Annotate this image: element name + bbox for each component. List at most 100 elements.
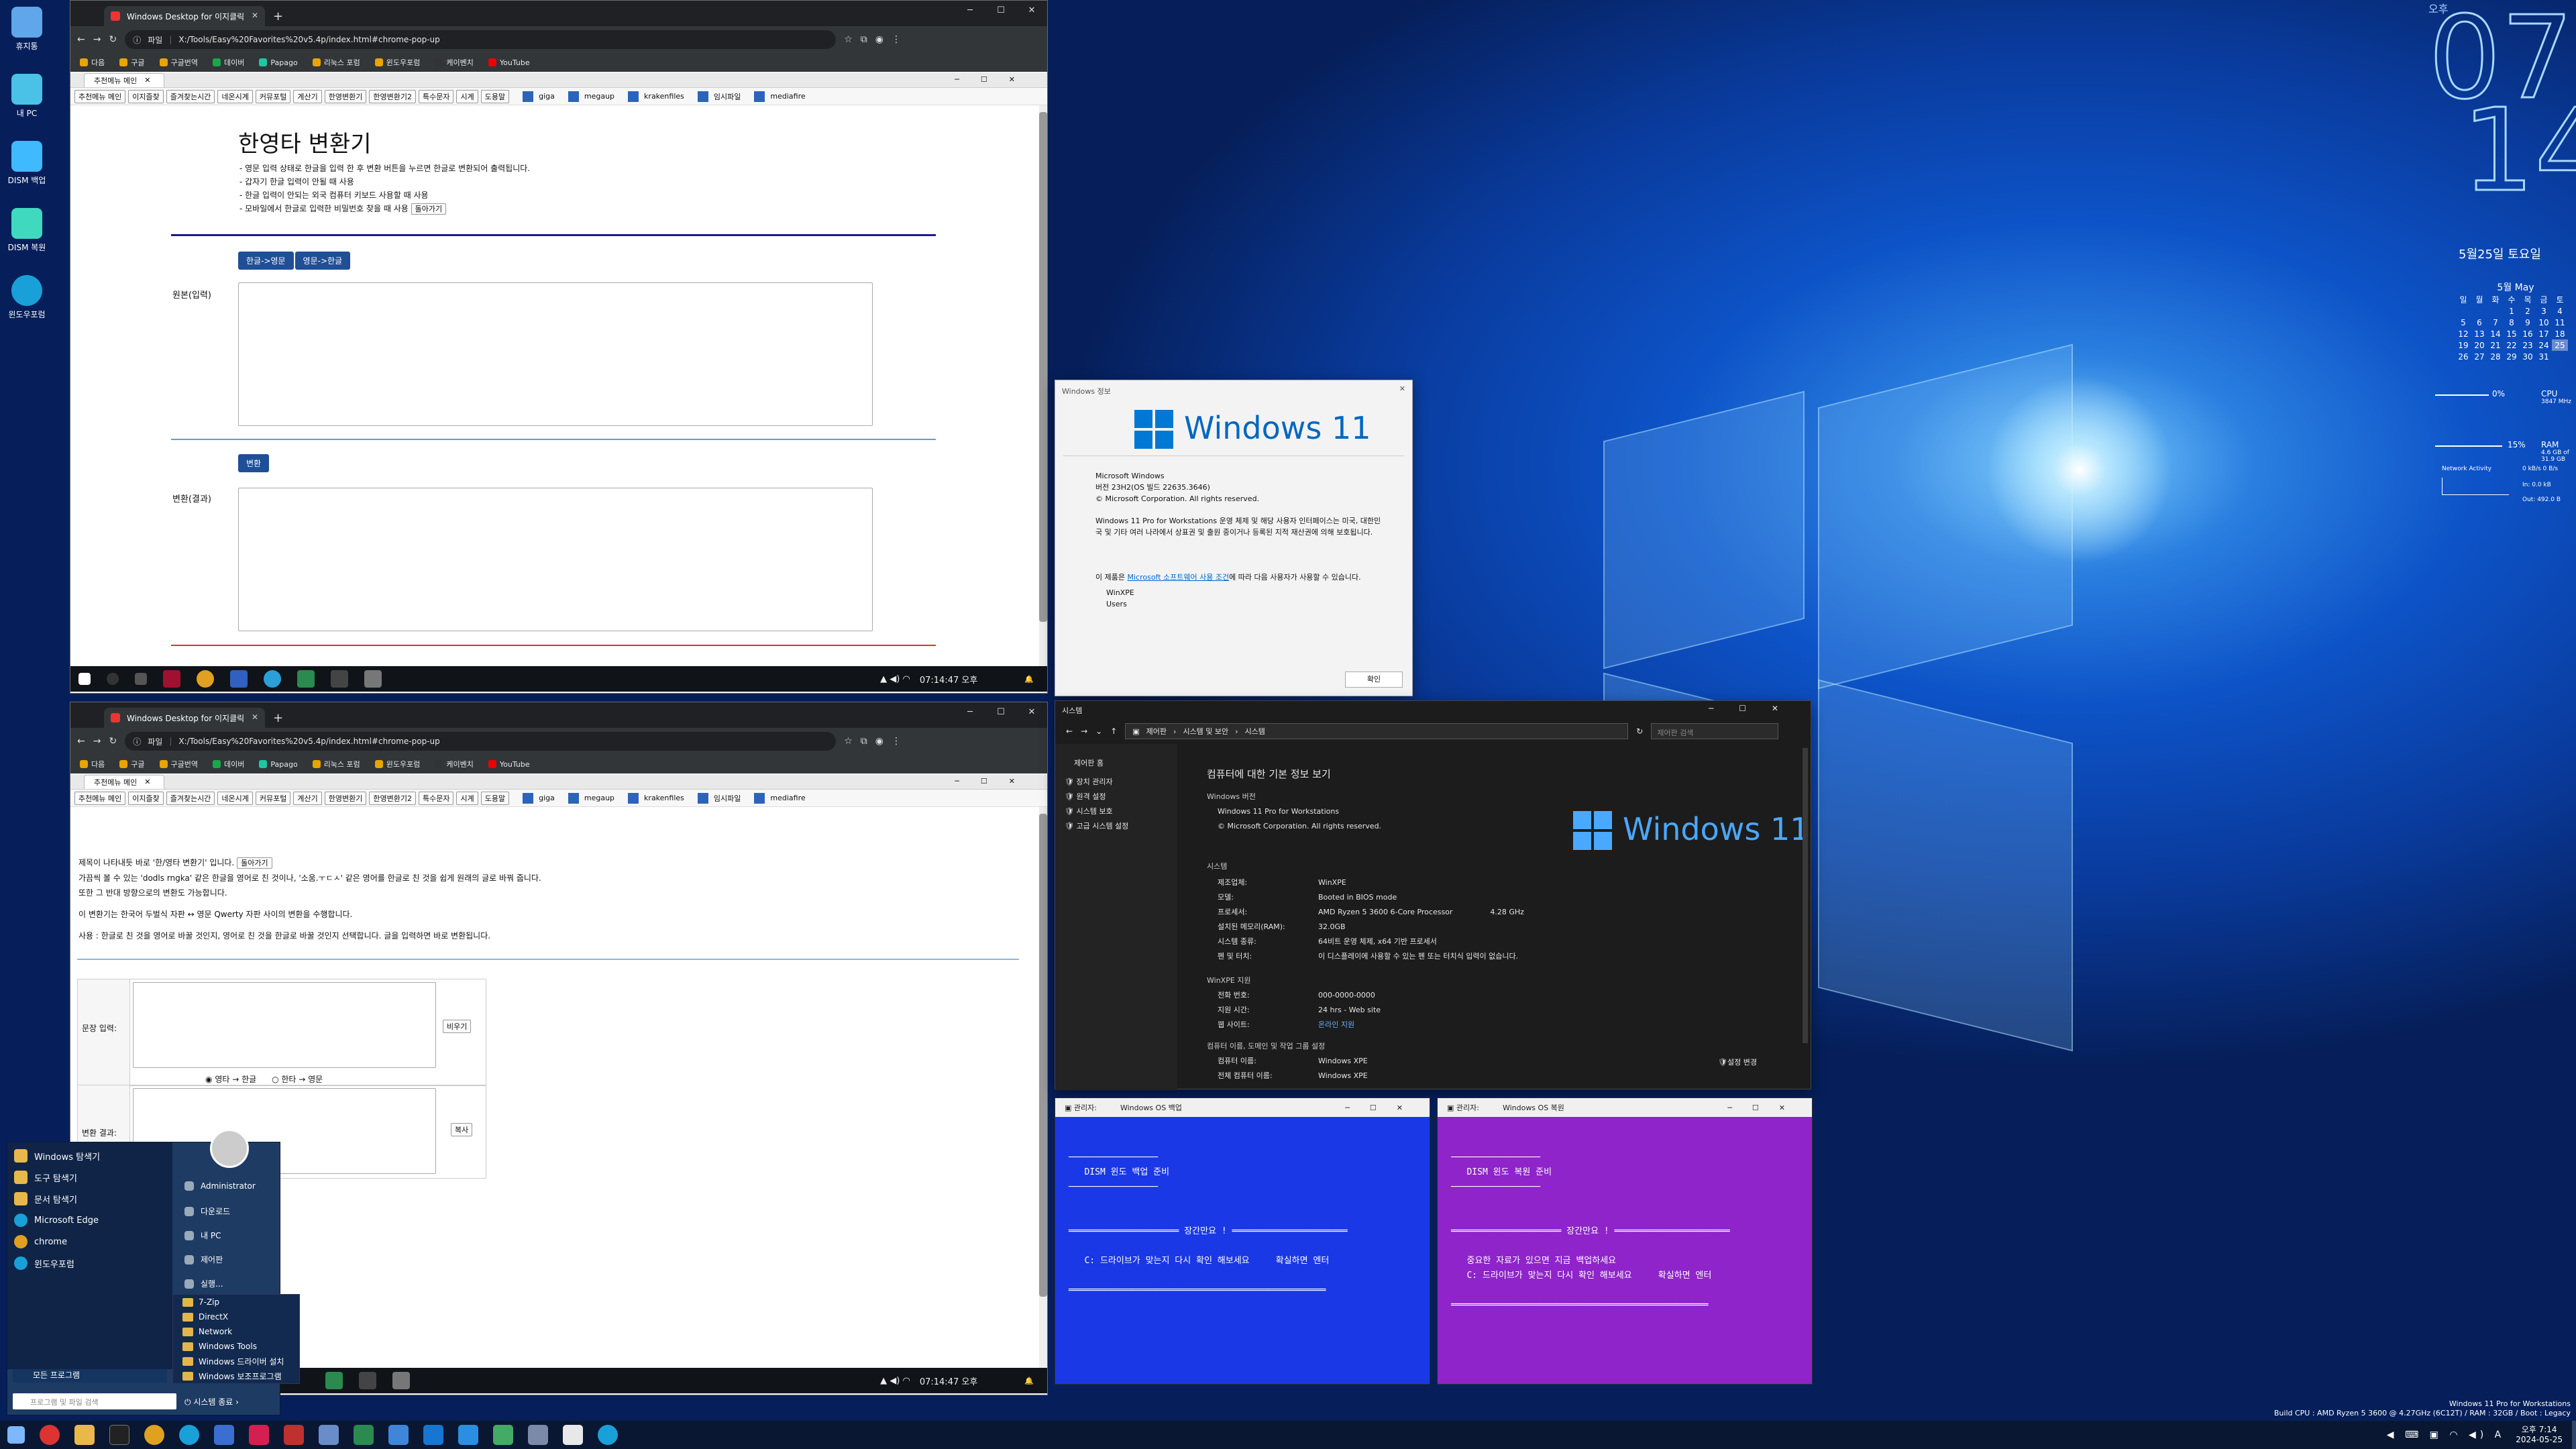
- notification-icon[interactable]: 🔔: [1024, 675, 1034, 684]
- start-right-item[interactable]: 다운로드: [184, 1205, 230, 1217]
- desktop-icon-recycle[interactable]: 휴지통: [0, 7, 54, 52]
- convert-button[interactable]: 변환: [238, 454, 270, 472]
- license-link[interactable]: Microsoft 소프트웨어 사용 조건: [1127, 573, 1229, 582]
- program-folder[interactable]: Network: [173, 1324, 299, 1339]
- start-right-item[interactable]: Administrator: [184, 1181, 256, 1191]
- nav-button[interactable]: 추천메뉴 메인: [74, 791, 126, 805]
- browser-tab[interactable]: Windows Desktop for 이지클릭 ✕: [104, 6, 265, 26]
- program-folder[interactable]: Windows Tools: [173, 1339, 299, 1354]
- app-icon[interactable]: [364, 670, 382, 688]
- app-icon[interactable]: [392, 1372, 410, 1389]
- bookmark[interactable]: 다음: [80, 759, 105, 769]
- reload-icon[interactable]: ↻: [109, 34, 117, 45]
- scrollbar-thumb[interactable]: [1039, 112, 1047, 622]
- forward-icon[interactable]: →: [93, 736, 101, 747]
- bookmark[interactable]: 데이버: [212, 57, 244, 68]
- desktop-icon-dism-restore[interactable]: DISM 복원: [0, 208, 54, 253]
- nav-button[interactable]: 이지즐찾: [128, 89, 164, 103]
- chrome-icon[interactable]: [197, 670, 214, 688]
- link-megaup[interactable]: megaup: [568, 792, 614, 804]
- bookmark[interactable]: 케이벤치: [435, 759, 474, 769]
- link-temp[interactable]: 임시파일: [697, 91, 741, 102]
- inner-tab-close-icon[interactable]: ✕: [144, 777, 150, 786]
- start-right-item[interactable]: 내 PC: [184, 1230, 221, 1241]
- app-icon[interactable]: [297, 670, 315, 688]
- extensions-icon[interactable]: ⧉: [861, 34, 867, 45]
- side-link[interactable]: 🛡 고급 시스템 설정: [1065, 820, 1128, 831]
- forward-icon[interactable]: →: [93, 34, 101, 45]
- start-item[interactable]: 윈도우포럼: [14, 1256, 74, 1270]
- link-megaup[interactable]: megaup: [568, 91, 614, 102]
- menu-icon[interactable]: ⋮: [892, 34, 901, 45]
- tray-icons[interactable]: ▲ ◀) ◠: [880, 1376, 910, 1386]
- profile-icon[interactable]: ◉: [875, 736, 883, 747]
- maximize-icon[interactable]: ☐: [985, 1, 1016, 21]
- nav-button[interactable]: 계산기: [293, 89, 322, 103]
- refresh-icon[interactable]: ↻: [1636, 727, 1643, 736]
- program-folder[interactable]: Windows 드라이버 설치: [173, 1354, 299, 1368]
- clear-button[interactable]: 비우기: [443, 1020, 472, 1033]
- url-field[interactable]: ⓘ 파일 | X:/Tools/Easy%20Favorites%20v5.4p/in…: [125, 30, 837, 49]
- side-link[interactable]: 🛡 원격 설정: [1065, 791, 1106, 802]
- taskbar-clock[interactable]: 오후 7:14 2024-05-25: [2516, 1425, 2563, 1445]
- nav-button[interactable]: 특수문자: [419, 89, 454, 103]
- chrome-icon[interactable]: [144, 1425, 164, 1445]
- change-settings-link[interactable]: 🛡설정 변경: [1718, 1057, 1757, 1067]
- maximize-icon[interactable]: ☐: [985, 702, 1016, 722]
- desktop-icon-forum[interactable]: 윈도우포럼: [0, 275, 54, 320]
- start-icon[interactable]: [7, 1426, 25, 1444]
- app-icon[interactable]: [319, 1425, 339, 1445]
- app-icon[interactable]: [423, 1425, 443, 1445]
- app-icon[interactable]: [359, 1372, 376, 1389]
- link-krakenfiles[interactable]: krakenfiles: [628, 91, 684, 102]
- notification-icon[interactable]: 🔔: [1024, 1377, 1034, 1385]
- chevron-down-icon[interactable]: ⌄: [1095, 727, 1102, 736]
- profile-icon[interactable]: ◉: [875, 34, 883, 45]
- nav-button[interactable]: 이지즐찾: [128, 791, 164, 805]
- link-temp[interactable]: 임시파일: [697, 792, 741, 804]
- new-tab-icon[interactable]: +: [273, 9, 283, 23]
- app-icon[interactable]: [214, 1425, 234, 1445]
- app-icon[interactable]: [325, 1372, 343, 1389]
- app-icon[interactable]: [163, 670, 180, 688]
- nav-button[interactable]: 계산기: [293, 791, 322, 805]
- window-controls[interactable]: ─☐✕: [1709, 704, 1804, 713]
- desktop-icon-dism-backup[interactable]: DISM 백업: [0, 141, 54, 186]
- up-icon[interactable]: ↑: [1110, 727, 1117, 736]
- edge-icon[interactable]: [179, 1425, 199, 1445]
- start-icon[interactable]: [78, 673, 91, 685]
- nav-button[interactable]: 한영변환기2: [369, 89, 416, 103]
- radio-kor-to-eng[interactable]: ○: [272, 1075, 278, 1084]
- search-input[interactable]: 제어판 검색: [1651, 723, 1779, 739]
- tray-icons[interactable]: ▲ ◀) ◠: [880, 674, 910, 684]
- bookmark[interactable]: 구글: [119, 759, 145, 769]
- scrollbar-thumb[interactable]: [1039, 814, 1047, 1297]
- all-programs-button[interactable]: 모든 프로그램: [13, 1369, 167, 1383]
- link-mediafire[interactable]: mediafire: [754, 792, 806, 804]
- app-icon[interactable]: [528, 1425, 548, 1445]
- bookmark[interactable]: 윈도우포럼: [374, 759, 420, 769]
- browser-tab[interactable]: Windows Desktop for 이지클릭 ✕: [104, 708, 265, 728]
- back-button[interactable]: 돌아가기: [411, 203, 447, 215]
- start-item[interactable]: Microsoft Edge: [14, 1214, 99, 1227]
- minimize-icon[interactable]: ─: [955, 702, 985, 722]
- nav-button[interactable]: 도용말: [480, 791, 510, 805]
- nav-button[interactable]: 즐겨찾는시간: [166, 791, 215, 805]
- bookmark[interactable]: 윈도우포럼: [374, 57, 420, 68]
- window-controls[interactable]: ─☐✕: [1345, 1104, 1423, 1112]
- nav-button[interactable]: 한영변환기: [324, 89, 367, 103]
- link-giga[interactable]: giga: [523, 91, 555, 102]
- side-link[interactable]: 🛡 시스템 보호: [1065, 806, 1113, 816]
- bookmark[interactable]: Papago: [259, 58, 298, 67]
- inner-tab[interactable]: 추천메뉴 메인: [84, 73, 165, 87]
- scrollbar[interactable]: [1039, 105, 1047, 666]
- program-folder[interactable]: 7-Zip: [173, 1295, 299, 1309]
- inner-tab-close-icon[interactable]: ✕: [144, 76, 150, 85]
- url-field[interactable]: ⓘ 파일 | X:/Tools/Easy%20Favorites%20v5.4p/in…: [125, 732, 837, 751]
- scrollbar[interactable]: [1803, 748, 1808, 1043]
- inner-window-controls[interactable]: ─☐✕: [955, 75, 1036, 84]
- nav-button[interactable]: 네온시계: [217, 791, 253, 805]
- new-tab-icon[interactable]: +: [273, 711, 283, 725]
- nav-button[interactable]: 특수문자: [419, 791, 454, 805]
- window-controls[interactable]: ─☐✕: [1727, 1104, 1805, 1112]
